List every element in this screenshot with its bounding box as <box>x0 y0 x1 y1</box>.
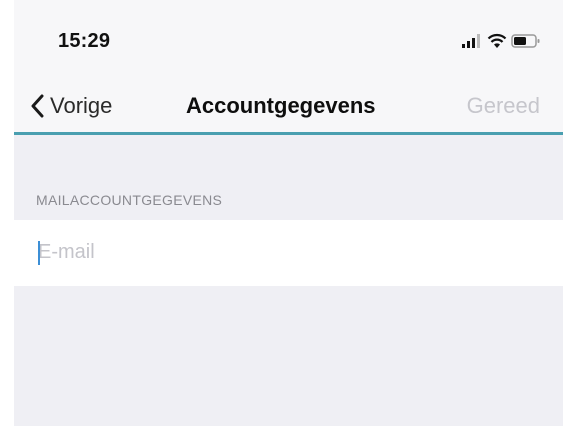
navigation-bar: Vorige Accountgegevens Gereed <box>14 80 563 134</box>
wifi-icon <box>487 33 507 48</box>
section-header: MAILACCOUNTGEGEVENS <box>36 192 223 208</box>
status-icons <box>461 33 541 51</box>
battery-icon <box>511 34 540 48</box>
nav-separator <box>14 132 563 135</box>
chevron-left-icon <box>31 94 44 118</box>
page-title: Accountgegevens <box>186 93 376 118</box>
phone-screen: 15:29 Vorige Accountgegevens Gereed MAIL… <box>14 0 563 426</box>
email-field[interactable] <box>38 234 538 270</box>
status-time: 15:29 <box>58 30 111 52</box>
top-bar: 15:29 Vorige Accountgegevens Gereed <box>14 0 563 134</box>
status-bar: 15:29 <box>14 0 563 80</box>
signal-icon <box>462 34 480 48</box>
text-cursor <box>38 241 40 265</box>
done-button[interactable]: Gereed <box>467 93 540 119</box>
email-cell <box>14 220 563 286</box>
back-label: Vorige <box>50 93 113 118</box>
back-button[interactable]: Vorige <box>30 90 112 122</box>
